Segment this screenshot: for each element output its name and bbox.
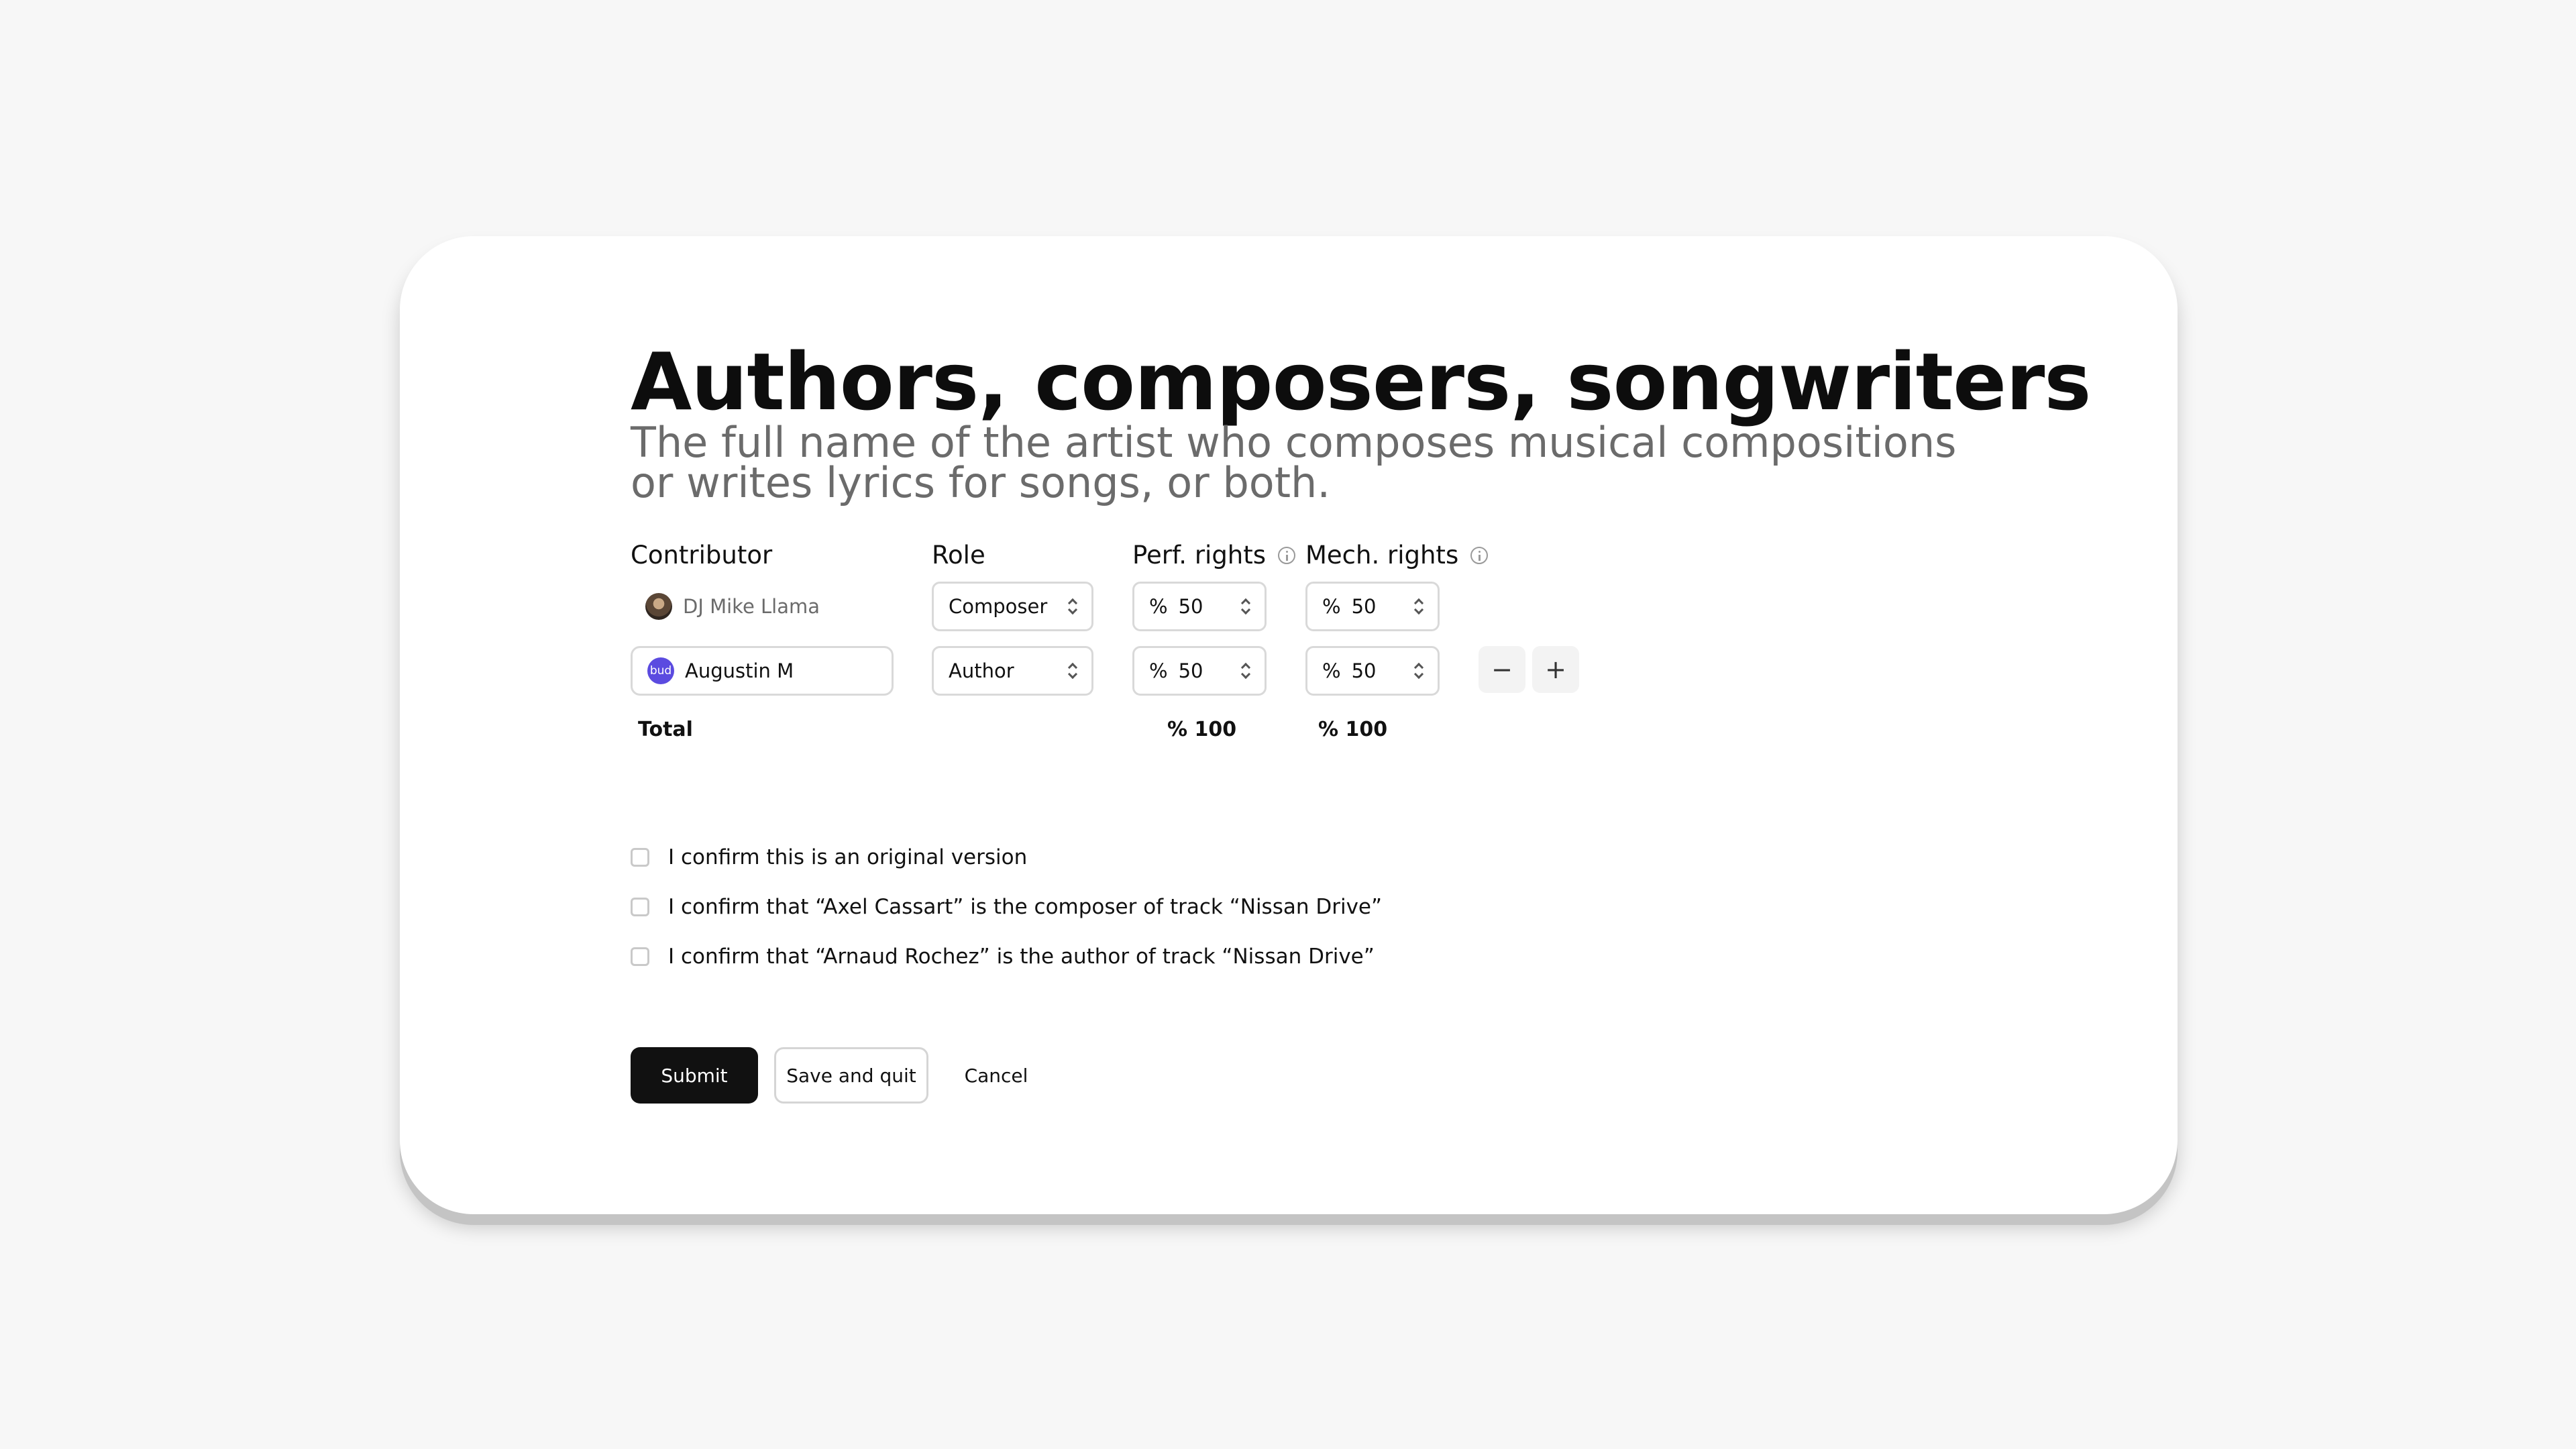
column-header-label: Role [932, 541, 985, 570]
submit-button[interactable]: Submit [631, 1047, 758, 1104]
perf-rights-stepper[interactable]: % 50 [1132, 646, 1267, 696]
total-label: Total [638, 718, 693, 741]
confirm-author-checkbox[interactable] [631, 947, 649, 966]
total-mech-rights: % 100 [1318, 718, 1388, 741]
info-icon[interactable] [1470, 546, 1489, 564]
percent-symbol: % [1149, 659, 1168, 682]
confirm-composer-checkbox[interactable] [631, 898, 649, 916]
chevron-updown-icon [1240, 598, 1250, 615]
column-header-label: Mech. rights [1305, 541, 1459, 570]
mech-rights-value: 50 [1351, 595, 1377, 618]
role-select[interactable]: Composer [932, 582, 1093, 631]
perf-rights-value: 50 [1178, 659, 1203, 682]
percent-symbol: % [1322, 659, 1341, 682]
role-select[interactable]: Author [932, 646, 1093, 696]
cancel-button[interactable]: Cancel [946, 1047, 1046, 1104]
total-perf-rights: % 100 [1167, 718, 1237, 741]
chevron-updown-icon [1067, 598, 1077, 615]
add-row-button[interactable]: + [1532, 646, 1579, 693]
column-header-contributor: Contributor [631, 541, 772, 570]
confirm-original-row[interactable]: I confirm this is an original version [631, 845, 1027, 869]
column-header-mech-rights: Mech. rights [1305, 541, 1489, 570]
column-header-perf-rights: Perf. rights [1132, 541, 1296, 570]
chevron-updown-icon [1413, 598, 1423, 615]
role-value: Author [949, 659, 1014, 682]
minus-icon: − [1491, 655, 1513, 684]
column-header-role: Role [932, 541, 985, 570]
perf-rights-value: 50 [1178, 595, 1203, 618]
column-header-label: Perf. rights [1132, 541, 1267, 570]
perf-rights-stepper[interactable]: % 50 [1132, 582, 1267, 631]
contributor-name: Augustin M [685, 659, 794, 682]
contributor-field[interactable]: bud Augustin M [631, 646, 894, 696]
chevron-updown-icon [1067, 662, 1077, 680]
checkbox-label: I confirm that “Arnaud Rochez” is the au… [668, 945, 1375, 969]
checkbox-label: I confirm that “Axel Cassart” is the com… [668, 895, 1383, 919]
mech-rights-stepper[interactable]: % 50 [1305, 646, 1440, 696]
confirm-author-row[interactable]: I confirm that “Arnaud Rochez” is the au… [631, 945, 1375, 969]
avatar [645, 593, 672, 620]
mech-rights-value: 50 [1351, 659, 1377, 682]
chevron-updown-icon [1413, 662, 1423, 680]
plus-icon: + [1545, 655, 1566, 684]
avatar: bud [647, 657, 674, 684]
confirm-original-checkbox[interactable] [631, 848, 649, 867]
remove-row-button[interactable]: − [1479, 646, 1525, 693]
chevron-updown-icon [1240, 662, 1250, 680]
info-icon[interactable] [1278, 546, 1296, 564]
page-subtitle: The full name of the artist who composes… [631, 418, 1957, 507]
percent-symbol: % [1322, 595, 1341, 618]
column-header-label: Contributor [631, 541, 773, 570]
role-value: Composer [949, 595, 1048, 618]
contributor-field[interactable]: DJ Mike Llama [631, 582, 892, 631]
confirm-composer-row[interactable]: I confirm that “Axel Cassart” is the com… [631, 895, 1382, 919]
mech-rights-stepper[interactable]: % 50 [1305, 582, 1440, 631]
percent-symbol: % [1149, 595, 1168, 618]
checkbox-label: I confirm this is an original version [668, 845, 1028, 869]
save-and-quit-button[interactable]: Save and quit [774, 1047, 928, 1104]
contributor-name: DJ Mike Llama [683, 595, 820, 618]
page-title: Authors, composers, songwriters [631, 335, 2092, 428]
